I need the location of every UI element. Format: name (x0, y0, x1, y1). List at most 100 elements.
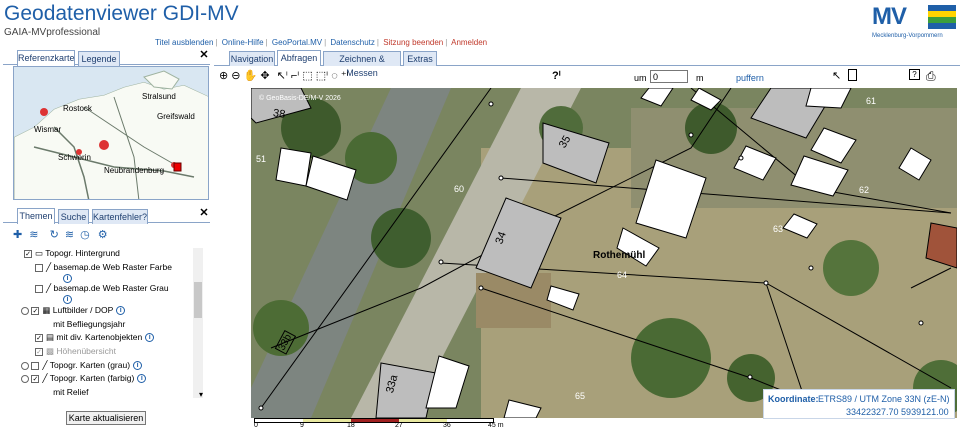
buffer-unit: m (696, 73, 704, 83)
parcel-label: 38 (272, 107, 287, 121)
select-info-icon[interactable]: ↖ⁱ (277, 70, 288, 82)
link-titel[interactable]: Titel ausblenden (155, 38, 213, 47)
rect-select-icon[interactable]: ⬚ (302, 70, 312, 82)
layer-row[interactable]: mit Befliegungsjahr (35, 319, 125, 329)
checkbox[interactable] (35, 263, 43, 272)
checkbox[interactable]: ✓ (35, 333, 43, 342)
info-icon[interactable]: i (116, 306, 126, 316)
layer-label: Höhenübersicht (56, 346, 116, 356)
layer-row[interactable]: mit Relief (35, 387, 89, 397)
layer-row[interactable]: ╱ basemap.de Web Raster Farbe i (35, 262, 172, 284)
checkbox[interactable]: ✓ (24, 249, 32, 258)
tab-themen[interactable]: Themen (17, 208, 55, 224)
checkbox[interactable] (35, 388, 43, 397)
scale-tick: 18 (347, 422, 355, 429)
link-hilfe[interactable]: Online-Hilfe (222, 38, 264, 47)
update-map-button[interactable]: Karte aktualisieren (66, 411, 146, 425)
tab-abfragen[interactable]: Abfragen (277, 50, 321, 66)
layer-row[interactable]: ╱ Topogr. Karten (grau) i (21, 360, 143, 371)
info-icon[interactable]: i (63, 295, 72, 305)
close-icon[interactable]: ✕ (199, 208, 209, 219)
info-icon[interactable]: i (63, 274, 72, 284)
scrollbar[interactable] (193, 248, 203, 398)
page-icon[interactable] (848, 69, 857, 81)
tab-zeichnen-messen[interactable]: Zeichnen & Messen (323, 51, 401, 78)
link-datenschutz[interactable]: Datenschutz (330, 38, 374, 47)
checkbox[interactable] (35, 320, 43, 329)
zoom-out-icon[interactable]: ⊖ (231, 70, 240, 82)
layer-row[interactable]: ✓ ▭ Topogr. Hintergrund (24, 248, 120, 259)
layer-row[interactable]: ✓ ▦ Luftbilder / DOP i (21, 305, 126, 316)
add-layer-icon[interactable]: ✚ (13, 229, 22, 241)
query-info-icon[interactable]: ?ⁱ (552, 69, 561, 82)
zoom-in-icon[interactable]: ⊕ (219, 70, 228, 82)
parcel-label: 65 (575, 391, 586, 401)
clock-icon[interactable]: ◷ (80, 229, 90, 241)
link-anmelden[interactable]: Anmelden (451, 38, 487, 47)
buffer-button[interactable]: puffern (736, 73, 764, 83)
scale-tick: 36 (443, 422, 451, 429)
refresh-icon[interactable]: ↻ (50, 229, 59, 241)
coord-system: ETRS89 / UTM Zone 33N (zE-N) (818, 394, 950, 404)
image-icon: ▦ (42, 305, 51, 315)
layer-row[interactable]: ✓ ▤ mit div. Kartenobjekten i (35, 332, 155, 343)
relief-icon: ▩ (46, 346, 55, 356)
radio[interactable] (21, 374, 29, 383)
coord-value: 33422327.70 5939121.00 (846, 407, 949, 417)
tab-legende[interactable]: Legende (78, 51, 120, 66)
map-toolbar: ⊕ ⊖ ✋ ✥ ↖ⁱ ⌐ⁱ ⬚ ⬚ⁱ ◌ ⁺ⁱ (219, 69, 349, 82)
scale-bar (254, 418, 494, 423)
checkbox[interactable]: ✓ (31, 374, 40, 383)
checkbox[interactable]: ✓ (35, 347, 43, 356)
app-subtitle: GAIA-MVprofessional (4, 27, 101, 38)
layer-row[interactable]: ╱ basemap.de Web Raster Grau i (35, 283, 169, 305)
info-icon[interactable]: i (137, 374, 147, 384)
themes-panel: ✚ ≋ ↻ ≋ ◷ ⚙ ✓ ▭ Topogr. Hintergrund ╱ bas… (13, 221, 209, 430)
app-title: Geodatenviewer GDI-MV (4, 2, 239, 25)
grid-icon: ▤ (46, 332, 55, 342)
tab-navigation[interactable]: Navigation (229, 51, 275, 66)
layer-row[interactable]: ✓ ╱ Topogr. Karten (farbig) i (21, 373, 147, 384)
pointer-icon[interactable]: ↖ (832, 69, 841, 82)
info-icon[interactable]: i (133, 361, 143, 371)
polygon-info-icon[interactable]: ⌐ⁱ (291, 70, 299, 82)
scroll-down-icon[interactable]: ▾ (199, 390, 203, 399)
radio[interactable] (21, 306, 29, 315)
city-greifswald: Greifswald (157, 112, 195, 121)
buffer-um-label: um (634, 73, 647, 83)
map-icon: ╱ (46, 283, 52, 293)
circle-select-icon[interactable]: ◌ (331, 70, 338, 82)
layers-icon[interactable]: ≋ (29, 229, 38, 241)
checkbox[interactable] (35, 284, 43, 293)
map-icon: ╱ (42, 360, 48, 370)
tab-referenzkarte[interactable]: Referenzkarte (17, 50, 75, 66)
city-rostock: Rostock (63, 104, 92, 113)
link-geoportal[interactable]: GeoPortal.MV (272, 38, 322, 47)
add-info-icon[interactable]: ⁺ⁱ (341, 70, 349, 82)
logo-subtext: Mecklenburg-Vorpommern (872, 33, 943, 39)
settings-icon[interactable]: ⚙ (98, 229, 108, 241)
link-sitzung-beenden[interactable]: Sitzung beenden (383, 38, 443, 47)
coord-label: Koordinate: (768, 394, 819, 404)
info-icon[interactable]: i (145, 333, 155, 343)
help-icon[interactable]: ? (909, 69, 920, 80)
map-view[interactable]: © GeoBasis-DE/M-V 2026 38 51 35 61 60 62… (251, 88, 957, 418)
map-copyright: © GeoBasis-DE/M-V 2026 (259, 95, 341, 102)
layer-label: Topogr. Hintergrund (45, 248, 120, 258)
pan-hand-icon[interactable]: ✋ (244, 70, 258, 82)
buffer-distance-input[interactable] (650, 70, 688, 83)
print-icon[interactable]: ⎙ (926, 69, 936, 84)
rect-info-icon[interactable]: ⬚ⁱ (316, 70, 328, 82)
parcel-label: 61 (866, 96, 877, 106)
radio[interactable] (21, 361, 29, 370)
move-icon[interactable]: ✥ (260, 70, 269, 82)
reference-map[interactable]: Rostock Stralsund Greifswald Wismar Schw… (13, 66, 209, 200)
close-icon[interactable]: ✕ (199, 50, 209, 61)
layer-row[interactable]: ✓ ▩ Höhenübersicht (35, 346, 116, 357)
tab-extras[interactable]: Extras (403, 51, 437, 66)
layers-icon[interactable]: ≋ (65, 229, 74, 241)
scrollbar-thumb[interactable] (194, 282, 202, 318)
checkbox[interactable]: ✓ (31, 306, 40, 315)
logo-text: MV (872, 3, 907, 30)
checkbox[interactable] (31, 361, 40, 370)
